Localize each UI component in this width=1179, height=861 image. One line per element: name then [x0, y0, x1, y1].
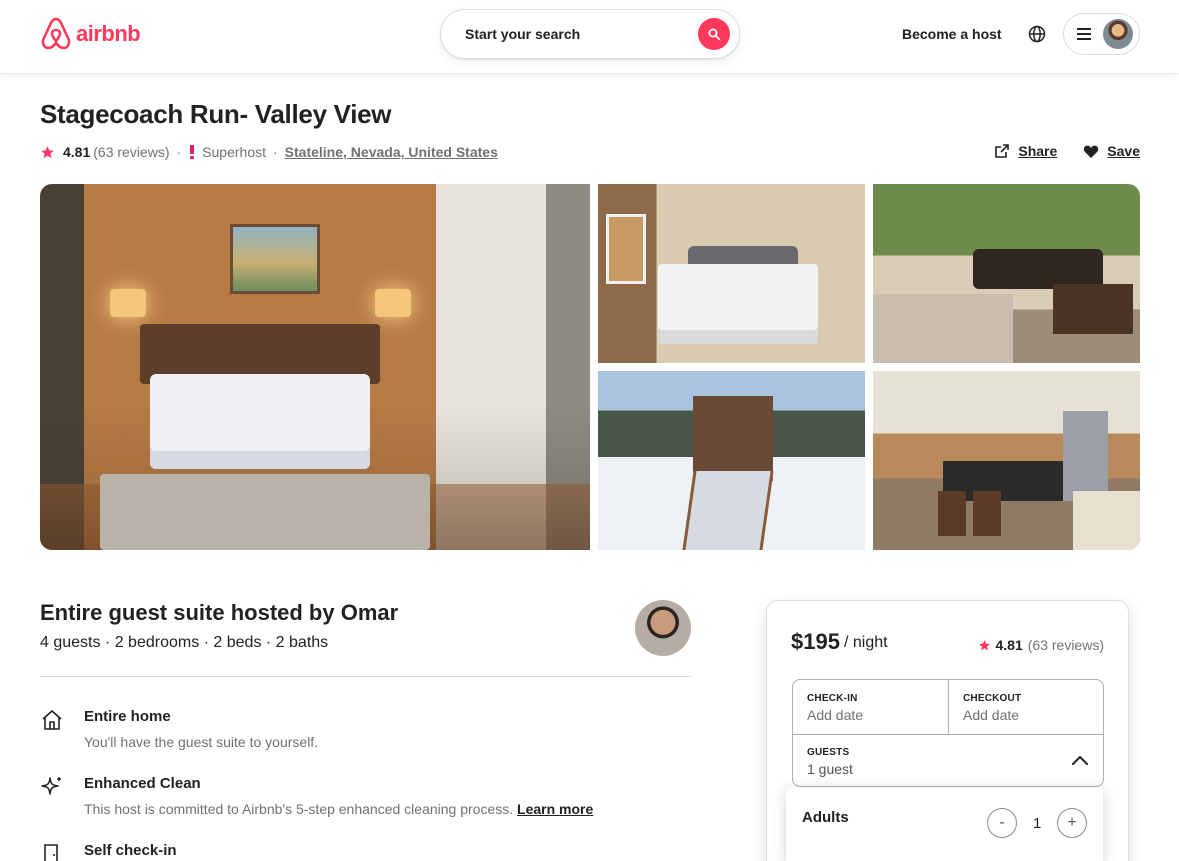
feature-enhanced-clean: Enhanced Clean This host is committed to…	[40, 775, 593, 817]
per-night-label: / night	[844, 634, 888, 651]
feature-title: Entire home	[84, 708, 171, 725]
nightly-price: $195	[791, 629, 840, 654]
guests-value: 1 guest	[807, 761, 853, 777]
card-rating: 4.81 (63 reviews)	[978, 637, 1104, 653]
home-icon	[42, 710, 62, 730]
feature-self-checkin: Self check-in	[40, 842, 177, 861]
share-button[interactable]: Share	[994, 143, 1057, 159]
photo-living-room[interactable]	[873, 184, 1140, 363]
learn-more-link[interactable]: Learn more	[517, 801, 593, 817]
feature-title: Enhanced Clean	[84, 775, 201, 792]
superhost-icon	[190, 145, 195, 159]
separator-dot: ·	[273, 144, 278, 160]
chevron-up-icon[interactable]	[1071, 752, 1089, 770]
card-rating-value: 4.81	[995, 637, 1023, 653]
sparkle-icon	[41, 777, 61, 795]
hamburger-icon	[1077, 28, 1091, 40]
feature-title: Self check-in	[84, 842, 177, 859]
user-menu-button[interactable]	[1063, 13, 1140, 55]
separator-dot: ·	[176, 144, 182, 160]
date-guest-picker: CHECK-IN Add date CHECKOUT Add date GUES…	[792, 679, 1104, 787]
guests-field[interactable]: GUESTS 1 guest	[793, 735, 1104, 787]
photo-snowy-exterior[interactable]	[598, 371, 865, 550]
reviews-link[interactable]: (63 reviews)	[93, 144, 169, 160]
superhost-label: Superhost	[202, 144, 266, 160]
location-link[interactable]: Stateline, Nevada, United States	[285, 144, 498, 160]
become-host-link[interactable]: Become a host	[902, 26, 1002, 42]
plus-icon: +	[1067, 814, 1077, 831]
save-button[interactable]: Save	[1083, 143, 1140, 159]
photo-kitchen[interactable]	[873, 371, 1140, 550]
share-icon	[995, 144, 1010, 158]
listing-title: Stagecoach Run- Valley View	[40, 99, 392, 129]
save-label: Save	[1107, 143, 1140, 159]
card-reviews-link[interactable]: (63 reviews)	[1028, 637, 1104, 653]
checkout-label: CHECKOUT	[963, 693, 1022, 704]
photo-bedroom-2[interactable]	[598, 184, 865, 363]
host-avatar[interactable]	[635, 600, 691, 656]
star-icon	[978, 639, 990, 650]
hosted-by-heading: Entire guest suite hosted by Omar	[40, 600, 399, 625]
feature-entire-home: Entire home You'll have the guest suite …	[40, 708, 318, 750]
globe-icon[interactable]	[1027, 24, 1047, 44]
adults-count: 1	[1033, 815, 1042, 832]
listing-meta: 4.81 (63 reviews) · Superhost · Statelin…	[40, 143, 498, 161]
logo-text: airbnb	[76, 21, 141, 46]
share-label: Share	[1018, 143, 1058, 159]
checkin-label: CHECK-IN	[807, 693, 858, 704]
listing-actions: Share Save	[994, 143, 1140, 159]
photo-gallery	[40, 184, 1140, 550]
feature-desc: This host is committed to Airbnb's 5-ste…	[84, 801, 514, 817]
listing-details: 4 guests · 2 bedrooms · 2 beds · 2 baths	[40, 634, 329, 651]
adults-label: Adults	[802, 809, 849, 826]
adults-decrement-button[interactable]: -	[987, 808, 1017, 838]
airbnb-logo-icon	[41, 17, 71, 50]
checkin-value: Add date	[807, 707, 864, 723]
feature-desc: You'll have the guest suite to yourself.	[84, 734, 319, 750]
checkout-field[interactable]: CHECKOUT Add date	[949, 680, 1104, 734]
top-nav: airbnb Start your search Become a host	[0, 0, 1179, 74]
door-icon	[44, 844, 58, 861]
divider	[40, 676, 691, 677]
search-placeholder[interactable]: Start your search	[465, 26, 698, 42]
checkin-field[interactable]: CHECK-IN Add date	[793, 680, 948, 734]
rating-value: 4.81	[63, 144, 91, 160]
star-icon	[41, 145, 54, 158]
airbnb-logo[interactable]: airbnb	[40, 17, 141, 51]
user-avatar	[1103, 19, 1133, 49]
minus-icon: -	[999, 814, 1005, 831]
heart-icon	[1084, 145, 1099, 158]
checkout-value: Add date	[963, 707, 1020, 723]
guests-label: GUESTS	[807, 747, 850, 758]
guests-dropdown: Adults - 1 +	[786, 787, 1103, 861]
adults-increment-button[interactable]: +	[1057, 808, 1087, 838]
search-button[interactable]	[698, 18, 730, 50]
search-icon	[708, 28, 720, 40]
search-bar[interactable]: Start your search	[440, 9, 740, 59]
photo-bedroom-main[interactable]	[40, 184, 590, 550]
